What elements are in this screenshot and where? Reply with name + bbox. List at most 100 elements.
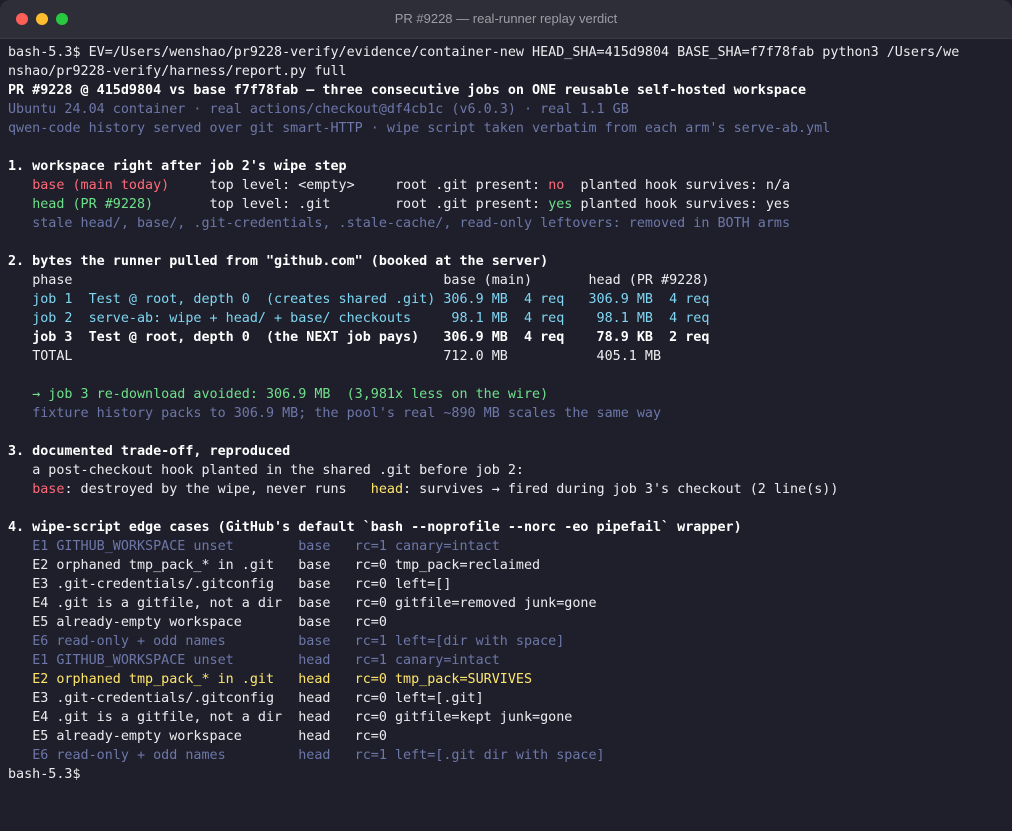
workspace-row-head: head (PR #9228) top level: .git root .gi… bbox=[8, 195, 1004, 214]
job-id: job 3 bbox=[32, 330, 89, 345]
case-rc: rc=0 bbox=[354, 672, 395, 687]
tradeoff-line-2: base: destroyed by the wipe, never runs … bbox=[8, 480, 1004, 499]
case-arm: head bbox=[298, 691, 355, 706]
case-name: read-only + odd names bbox=[56, 748, 299, 763]
workspace-row-base: base (main today) top level: <empty> roo… bbox=[8, 176, 1004, 195]
stale-removed-note: stale head/, base/, .git-credentials, .s… bbox=[32, 216, 791, 231]
case-rc: rc=0 bbox=[354, 691, 395, 706]
case-name: already-empty workspace bbox=[56, 729, 299, 744]
case-id: E1 bbox=[32, 539, 57, 554]
command-line-2: nshao/pr9228-verify/harness/report.py fu… bbox=[8, 62, 1004, 81]
case-arm: head bbox=[298, 672, 355, 687]
base-bytes: 306.9 MB bbox=[443, 330, 508, 345]
case-result: left=[.git dir with space] bbox=[394, 748, 605, 763]
case-arm: head bbox=[298, 710, 355, 725]
report-header: PR #9228 @ 415d9804 vs base f7f78fab — t… bbox=[8, 83, 807, 98]
bytes-row: job 3 Test @ root, depth 0 (the NEXT job… bbox=[8, 328, 1004, 347]
case-result: canary=intact bbox=[394, 653, 500, 668]
case-name: orphaned tmp_pack_* in .git bbox=[56, 558, 299, 573]
edge-case-row: E1 GITHUB_WORKSPACE unset base rc=1 cana… bbox=[8, 537, 1004, 556]
git-present-label: root .git present: bbox=[395, 197, 549, 212]
case-id: E4 bbox=[32, 710, 57, 725]
case-name: GITHUB_WORKSPACE unset bbox=[56, 653, 299, 668]
git-present-label: root .git present: bbox=[395, 178, 549, 193]
head-bytes: 78.9 KB bbox=[588, 330, 653, 345]
command-text-continued: nshao/pr9228-verify/harness/report.py fu… bbox=[8, 64, 347, 79]
case-id: E5 bbox=[32, 615, 57, 630]
total-base: 712.0 MB bbox=[443, 349, 508, 364]
case-id: E2 bbox=[32, 672, 57, 687]
git-present-head: yes bbox=[548, 197, 581, 212]
terminal-output[interactable]: bash-5.3$ EV=/Users/wenshao/pr9228-verif… bbox=[8, 43, 1004, 784]
hook-survives-base: n/a bbox=[765, 178, 791, 193]
base-req: 4 req bbox=[523, 311, 589, 326]
case-arm: base bbox=[298, 577, 355, 592]
edge-case-row: E6 read-only + odd names base rc=1 left=… bbox=[8, 632, 1004, 651]
case-id: E3 bbox=[32, 577, 57, 592]
hook-label: planted hook survives: bbox=[580, 197, 766, 212]
case-id: E2 bbox=[32, 558, 57, 573]
case-id: E3 bbox=[32, 691, 57, 706]
case-rc: rc=0 bbox=[354, 729, 395, 744]
env-line-1: Ubuntu 24.04 container · real actions/ch… bbox=[8, 102, 629, 117]
tradeoff-intro: a post-checkout hook planted in the shar… bbox=[32, 463, 524, 478]
bytes-row: job 1 Test @ root, depth 0 (creates shar… bbox=[8, 290, 1004, 309]
arm-tag-base: (main today) bbox=[72, 178, 210, 193]
fixture-note: fixture history packs to 306.9 MB; the p… bbox=[8, 404, 1004, 423]
case-name: .git-credentials/.gitconfig bbox=[56, 691, 299, 706]
head-req: 2 req bbox=[669, 330, 710, 345]
col-phase: phase bbox=[32, 273, 444, 288]
case-result: left=[dir with space] bbox=[394, 634, 565, 649]
git-present-base: no bbox=[548, 178, 581, 193]
case-result: tmp_pack=SURVIVES bbox=[394, 672, 533, 687]
section-1-note: stale head/, base/, .git-credentials, .s… bbox=[8, 214, 1004, 233]
final-prompt-line[interactable]: bash-5.3$ bbox=[8, 765, 1004, 784]
case-result: canary=intact bbox=[394, 539, 500, 554]
fixture-text: fixture history packs to 306.9 MB; the p… bbox=[32, 406, 662, 421]
case-rc: rc=0 bbox=[354, 710, 395, 725]
edge-case-row: E6 read-only + odd names head rc=1 left=… bbox=[8, 746, 1004, 765]
case-name: read-only + odd names bbox=[56, 634, 299, 649]
edge-case-row: E3 .git-credentials/.gitconfig head rc=0… bbox=[8, 689, 1004, 708]
case-arm: head bbox=[298, 748, 355, 763]
job-id: job 2 bbox=[32, 311, 89, 326]
base-req: 4 req bbox=[523, 292, 589, 307]
tradeoff-head-label: head bbox=[370, 482, 404, 497]
avoided-text: → job 3 re-download avoided: 306.9 MB (3… bbox=[32, 387, 549, 402]
case-name: already-empty workspace bbox=[56, 615, 299, 630]
head-req: 4 req bbox=[669, 311, 710, 326]
bytes-table-rows: job 1 Test @ root, depth 0 (creates shar… bbox=[8, 290, 1004, 347]
edge-case-row: E5 already-empty workspace head rc=0 bbox=[8, 727, 1004, 746]
command-line-1: bash-5.3$ EV=/Users/wenshao/pr9228-verif… bbox=[8, 43, 1004, 62]
tradeoff-base-label: base bbox=[32, 482, 65, 497]
base-bytes: 306.9 MB bbox=[443, 292, 508, 307]
case-arm: head bbox=[298, 729, 355, 744]
case-result: tmp_pack=reclaimed bbox=[394, 558, 541, 573]
total-label: TOTAL bbox=[32, 349, 444, 364]
command-text: EV=/Users/wenshao/pr9228-verify/evidence… bbox=[80, 45, 960, 60]
edge-case-row: E2 orphaned tmp_pack_* in .git base rc=0… bbox=[8, 556, 1004, 575]
head-bytes: 306.9 MB bbox=[588, 292, 653, 307]
case-result: gitfile=removed junk=gone bbox=[394, 596, 597, 611]
env-line-2: qwen-code history served over git smart-… bbox=[8, 121, 831, 136]
section-3-title: 3. documented trade-off, reproduced bbox=[8, 444, 291, 459]
case-arm: base bbox=[298, 634, 355, 649]
section-2-title: 2. bytes the runner pulled from "github.… bbox=[8, 254, 549, 269]
bytes-row: job 2 serve-ab: wipe + head/ + base/ che… bbox=[8, 309, 1004, 328]
case-rc: rc=0 bbox=[354, 577, 395, 592]
arm-label-head: head bbox=[32, 197, 73, 212]
case-rc: rc=0 bbox=[354, 615, 395, 630]
edge-case-row: E2 orphaned tmp_pack_* in .git head rc=0… bbox=[8, 670, 1004, 689]
bytes-table-total: TOTAL 712.0 MB 405.1 MB bbox=[8, 347, 1004, 366]
case-name: .git-credentials/.gitconfig bbox=[56, 577, 299, 592]
case-name: .git is a gitfile, not a dir bbox=[56, 710, 299, 725]
section-1-title: 1. workspace right after job 2's wipe st… bbox=[8, 159, 347, 174]
case-arm: base bbox=[298, 558, 355, 573]
base-bytes: 98.1 MB bbox=[443, 311, 508, 326]
tradeoff-line-1: a post-checkout hook planted in the shar… bbox=[8, 461, 1004, 480]
title-bar[interactable]: PR #9228 — real-runner replay verdict bbox=[0, 0, 1012, 39]
hook-label: planted hook survives: bbox=[580, 178, 766, 193]
